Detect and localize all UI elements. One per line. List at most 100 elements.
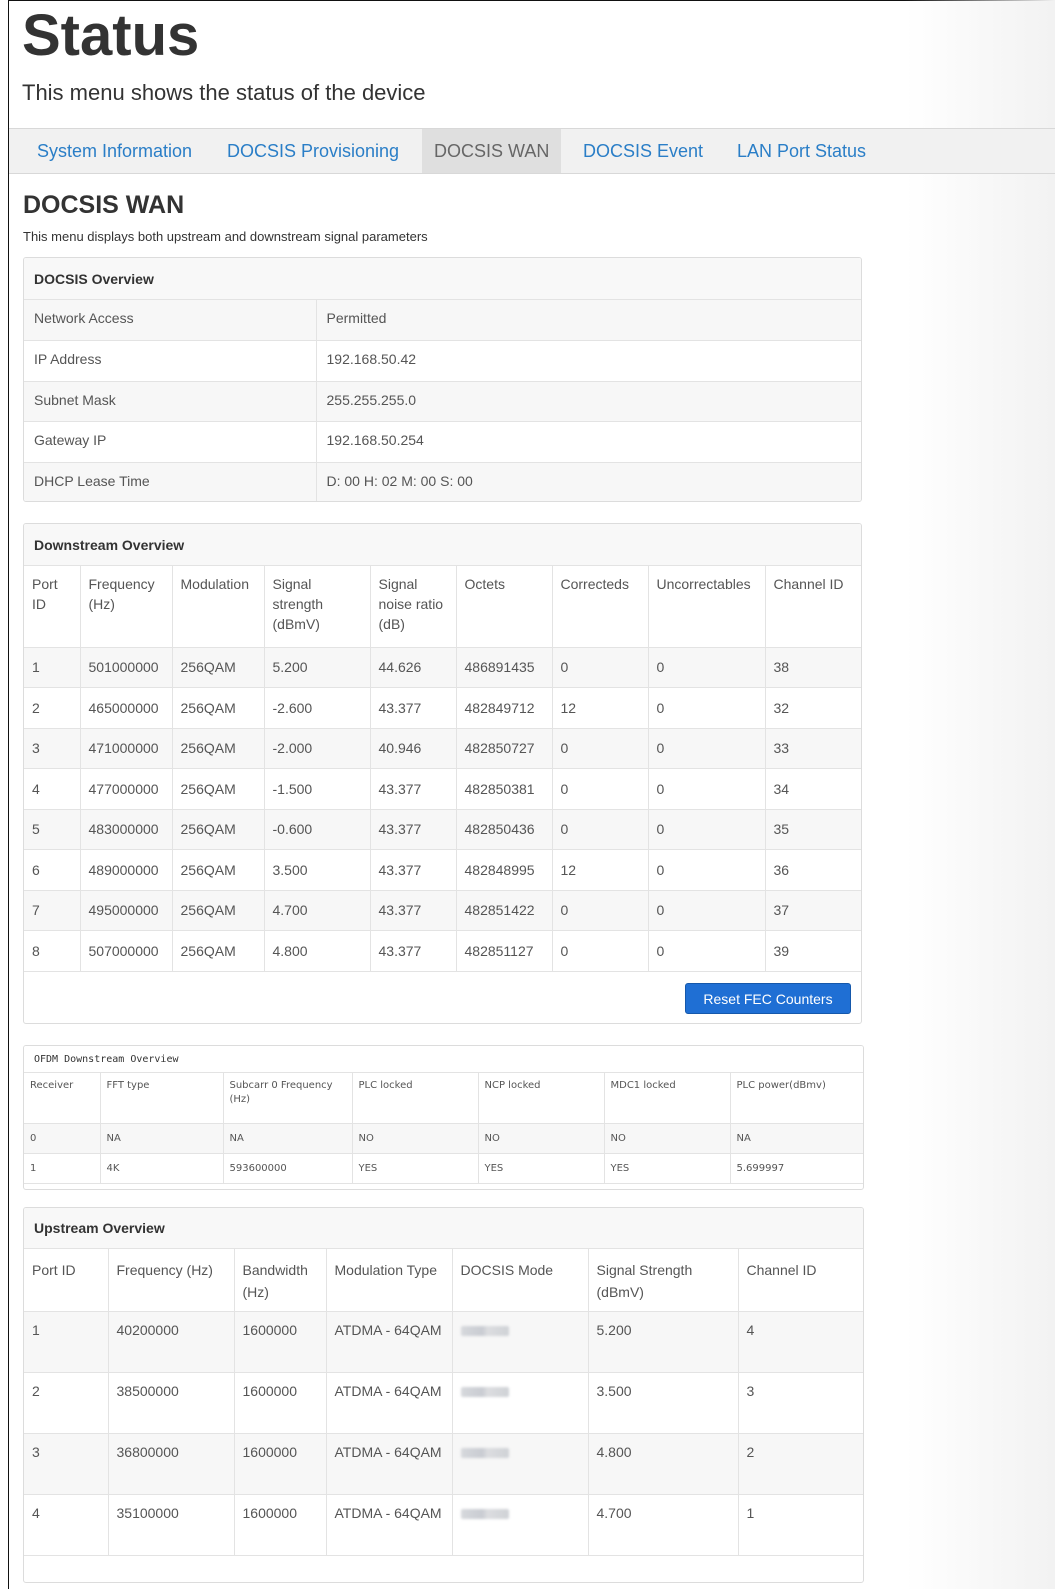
upstream-cell: 1600000 [234,1433,327,1495]
upstream-cell [452,1372,589,1434]
redacted-docsis-mode [460,1509,509,1519]
upstream-cell: 4.800 [588,1433,739,1495]
upstream-table: Port ID Frequency (Hz) Bandwidth (Hz) Modul… [24,1249,863,1556]
tab-docsis-provisioning[interactable]: DOCSIS Provisioning [215,129,411,173]
ofdm-cell: YES [604,1153,731,1184]
ofdm-cell: 4K [100,1153,224,1184]
upstream-cell: 5.200 [588,1311,739,1373]
downstream-cell: 0 [552,809,649,850]
downstream-cell: 36 [765,849,861,891]
downstream-actions: Reset FEC Counters [24,972,861,1024]
downstream-column-header: Frequency (Hz) [80,566,173,648]
ofdm-downstream-table: Receiver FFT type Subcarr 0 Frequency (Hz)… [24,1073,863,1184]
downstream-overview-title: Downstream Overview [24,524,861,566]
redacted-docsis-mode [460,1326,509,1336]
upstream-row: 1 40200000 1600000 ATDMA - 64QAM 5.200 4 [24,1311,863,1373]
overview-label: Gateway IP [24,421,317,463]
upstream-column-header: Modulation Type [326,1249,453,1312]
upstream-cell: 36800000 [108,1433,235,1495]
downstream-cell: -1.500 [264,768,371,810]
overview-row: Network Access Permitted [24,300,861,341]
upstream-column-header: DOCSIS Mode [452,1249,589,1312]
tab-docsis-wan[interactable]: DOCSIS WAN [422,129,562,173]
upstream-column-header: Bandwidth (Hz) [234,1249,327,1312]
downstream-cell: 0 [552,768,649,810]
downstream-row: 4 477000000 256QAM -1.500 43.377 482850381 0 0 3… [24,768,861,810]
upstream-cell: 2 [24,1372,109,1434]
ofdm-cell: 593600000 [223,1153,353,1184]
status-tab-bar: System Information DOCSIS Provisioning D… [9,128,1055,174]
downstream-cell: 1 [24,647,81,688]
downstream-column-header: Signal noise ratio (dB) [370,566,457,648]
downstream-cell: 495000000 [80,890,173,931]
downstream-cell: 482850727 [456,728,553,769]
downstream-cell: 37 [765,890,861,931]
downstream-column-header: Octets [456,566,553,648]
downstream-cell: 43.377 [370,768,457,810]
docsis-overview-title: DOCSIS Overview [24,258,861,300]
upstream-cell: 1 [738,1494,863,1556]
upstream-column-header: Port ID [24,1249,109,1312]
downstream-cell: 0 [648,890,766,931]
downstream-column-header: Port ID [24,566,81,648]
upstream-cell: 1 [24,1311,109,1373]
downstream-cell: 0 [552,728,649,769]
ofdm-cell: 1 [24,1153,101,1184]
right-edge-shade [905,0,1055,1589]
ofdm-cell: 0 [24,1123,101,1154]
downstream-cell: 43.377 [370,809,457,850]
upstream-cell: ATDMA - 64QAM [326,1372,453,1434]
downstream-cell: 482850436 [456,809,553,850]
tab-docsis-event[interactable]: DOCSIS Event [571,129,715,173]
upstream-cell: 3 [738,1372,863,1434]
downstream-cell: 39 [765,930,861,972]
upstream-cell: 4 [738,1311,863,1373]
reset-fec-counters-button[interactable]: Reset FEC Counters [685,982,851,1014]
downstream-cell: 7 [24,890,81,931]
overview-value: 255.255.255.0 [316,381,861,422]
downstream-cell: 12 [552,687,649,729]
ofdm-column-header: NCP locked [478,1073,605,1124]
downstream-cell: 482851127 [456,930,553,972]
upstream-cell: 35100000 [108,1494,235,1556]
ofdm-column-header: Subcarr 0 Frequency (Hz) [223,1073,353,1124]
downstream-row: 7 495000000 256QAM 4.700 43.377 482851422 0 0 37 [24,890,861,931]
downstream-cell: 501000000 [80,647,173,688]
downstream-cell: 256QAM [172,728,265,769]
downstream-cell: 4 [24,768,81,810]
tab-system-information[interactable]: System Information [25,129,204,173]
downstream-cell: -2.600 [264,687,371,729]
downstream-row: 6 489000000 256QAM 3.500 43.377 482848995 12 0 3… [24,849,861,891]
ofdm-cell: YES [352,1153,479,1184]
downstream-cell: 256QAM [172,687,265,729]
ofdm-cell: NA [223,1123,353,1154]
upstream-row: 3 36800000 1600000 ATDMA - 64QAM 4.800 2 [24,1433,863,1495]
ofdm-column-header: Receiver [24,1073,101,1124]
downstream-cell: 0 [648,728,766,769]
upstream-overview-title: Upstream Overview [24,1208,863,1249]
downstream-cell: 471000000 [80,728,173,769]
upstream-cell: 40200000 [108,1311,235,1373]
downstream-cell: 482850381 [456,768,553,810]
upstream-overview-panel: Upstream Overview Port ID Frequency (Hz) B… [23,1207,864,1583]
downstream-cell: 482848995 [456,849,553,891]
downstream-cell: 0 [552,647,649,688]
downstream-column-header: Channel ID [765,566,861,648]
ofdm-cell: NA [730,1123,863,1154]
downstream-cell: 5 [24,809,81,850]
ofdm-cell: NO [604,1123,731,1154]
downstream-cell: 486891435 [456,647,553,688]
ofdm-column-header: MDC1 locked [604,1073,731,1124]
upstream-cell: 38500000 [108,1372,235,1434]
downstream-cell: 3 [24,728,81,769]
upstream-column-header: Signal Strength (dBmV) [588,1249,739,1312]
overview-label: Network Access [24,300,317,341]
tab-lan-port-status[interactable]: LAN Port Status [725,129,878,173]
downstream-cell: 6 [24,849,81,891]
overview-row: Gateway IP 192.168.50.254 [24,421,861,463]
redacted-docsis-mode [460,1448,509,1458]
ofdm-cell: NA [100,1123,224,1154]
downstream-row: 1 501000000 256QAM 5.200 44.626 486891435 0 0 38 [24,647,861,688]
ofdm-cell: 5.699997 [730,1153,863,1184]
downstream-cell: 32 [765,687,861,729]
